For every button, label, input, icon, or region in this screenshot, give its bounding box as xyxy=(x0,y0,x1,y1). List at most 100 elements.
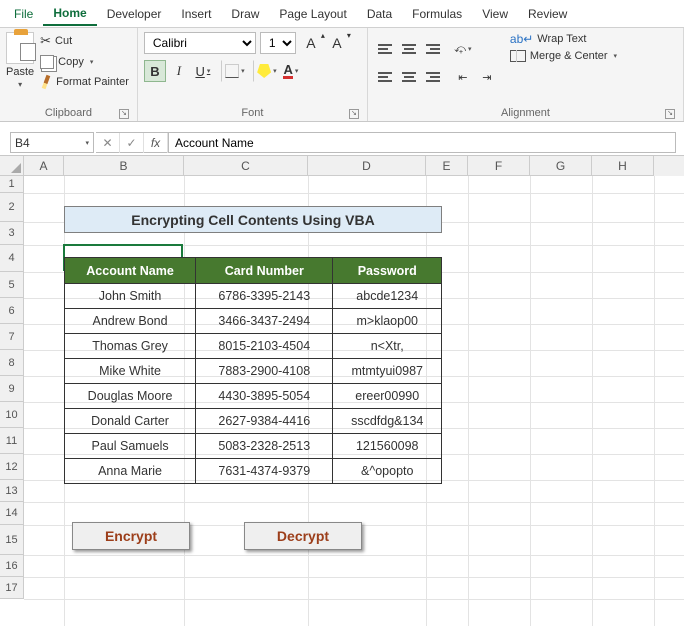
row-head-8[interactable]: 8 xyxy=(0,350,24,376)
increase-font-button[interactable]: A▴ xyxy=(300,32,322,54)
increase-indent-button[interactable]: ⇥ xyxy=(476,66,498,88)
cell[interactable]: Donald Carter xyxy=(65,409,196,434)
cell[interactable]: 121560098 xyxy=(333,434,442,459)
row-head-5[interactable]: 5 xyxy=(0,272,24,298)
cell[interactable]: Andrew Bond xyxy=(65,309,196,334)
underline-button[interactable]: U▾ xyxy=(192,60,214,82)
table-row[interactable]: Douglas Moore4430-3895-5054ereer00990 xyxy=(65,384,442,409)
select-all-corner[interactable] xyxy=(0,156,24,176)
align-left-button[interactable] xyxy=(374,66,396,88)
row-head-10[interactable]: 10 xyxy=(0,402,24,428)
col-head-B[interactable]: B xyxy=(64,156,184,176)
tab-formulas[interactable]: Formulas xyxy=(402,3,472,25)
cell[interactable]: ereer00990 xyxy=(333,384,442,409)
col-head-E[interactable]: E xyxy=(426,156,468,176)
decrease-indent-button[interactable]: ⇤ xyxy=(452,66,474,88)
fill-color-button[interactable]: ▾ xyxy=(256,60,278,82)
row-head-11[interactable]: 11 xyxy=(0,428,24,454)
col-head-H[interactable]: H xyxy=(592,156,654,176)
table-row[interactable]: Mike White7883-2900-4108mtmtyui0987 xyxy=(65,359,442,384)
col-head-D[interactable]: D xyxy=(308,156,426,176)
align-right-button[interactable] xyxy=(422,66,444,88)
row-head-16[interactable]: 16 xyxy=(0,555,24,577)
tab-review[interactable]: Review xyxy=(518,3,577,25)
align-top-button[interactable] xyxy=(374,38,396,60)
orientation-button[interactable]: ⤽▾ xyxy=(452,38,474,60)
format-painter-button[interactable]: Format Painter xyxy=(38,74,131,90)
table-row[interactable]: Donald Carter2627-9384-4416sscdfdg&134 xyxy=(65,409,442,434)
table-row[interactable]: Paul Samuels5083-2328-2513121560098 xyxy=(65,434,442,459)
cell[interactable]: 7883-2900-4108 xyxy=(196,359,333,384)
cell[interactable]: Thomas Grey xyxy=(65,334,196,359)
row-head-12[interactable]: 12 xyxy=(0,454,24,480)
row-head-13[interactable]: 13 xyxy=(0,480,24,502)
cell[interactable]: Paul Samuels xyxy=(65,434,196,459)
table-row[interactable]: John Smith6786-3395-2143abcde1234 xyxy=(65,284,442,309)
alignment-launcher[interactable]: ↘ xyxy=(665,109,675,119)
fx-button[interactable]: fx xyxy=(144,133,168,153)
cell[interactable]: abcde1234 xyxy=(333,284,442,309)
col-head-G[interactable]: G xyxy=(530,156,592,176)
merge-center-button[interactable]: Merge & Center▾ xyxy=(510,50,617,62)
tab-draw[interactable]: Draw xyxy=(221,3,269,25)
bold-button[interactable]: B xyxy=(144,60,166,82)
col-head-C[interactable]: C xyxy=(184,156,308,176)
cell[interactable]: Mike White xyxy=(65,359,196,384)
decrypt-button[interactable]: Decrypt xyxy=(244,522,362,550)
font-name-combo[interactable]: Calibri xyxy=(144,32,256,54)
tab-file[interactable]: File xyxy=(4,3,43,25)
paste-dropdown[interactable]: ▾ xyxy=(18,80,22,89)
cell[interactable]: 3466-3437-2494 xyxy=(196,309,333,334)
row-head-3[interactable]: 3 xyxy=(0,222,24,245)
paste-button[interactable]: Paste xyxy=(6,66,34,78)
tab-data[interactable]: Data xyxy=(357,3,402,25)
italic-button[interactable]: I xyxy=(168,60,190,82)
tab-developer[interactable]: Developer xyxy=(97,3,172,25)
tab-home[interactable]: Home xyxy=(43,2,96,26)
row-head-9[interactable]: 9 xyxy=(0,376,24,402)
cell[interactable]: mtmtyui0987 xyxy=(333,359,442,384)
align-middle-button[interactable] xyxy=(398,38,420,60)
tab-page-layout[interactable]: Page Layout xyxy=(269,3,356,25)
row-head-15[interactable]: 15 xyxy=(0,525,24,555)
cell[interactable]: Douglas Moore xyxy=(65,384,196,409)
encrypt-button[interactable]: Encrypt xyxy=(72,522,190,550)
cell[interactable]: 4430-3895-5054 xyxy=(196,384,333,409)
row-head-2[interactable]: 2 xyxy=(0,193,24,222)
cell[interactable]: John Smith xyxy=(65,284,196,309)
accept-formula-button[interactable]: ✓ xyxy=(120,133,144,153)
paste-icon[interactable] xyxy=(6,32,34,64)
col-head-A[interactable]: A xyxy=(24,156,64,176)
col-head-F[interactable]: F xyxy=(468,156,530,176)
cell[interactable]: m>klaop00 xyxy=(333,309,442,334)
cell[interactable]: 7631-4374-9379 xyxy=(196,459,333,484)
tab-insert[interactable]: Insert xyxy=(171,3,221,25)
table-row[interactable]: Thomas Grey8015-2103-4504n<Xtr, xyxy=(65,334,442,359)
align-bottom-button[interactable] xyxy=(422,38,444,60)
cell[interactable]: 2627-9384-4416 xyxy=(196,409,333,434)
row-head-6[interactable]: 6 xyxy=(0,298,24,324)
name-box[interactable]: B4▾ xyxy=(10,132,94,153)
cell[interactable]: Anna Marie xyxy=(65,459,196,484)
align-center-button[interactable] xyxy=(398,66,420,88)
cancel-formula-button[interactable]: ✕ xyxy=(96,133,120,153)
copy-button[interactable]: Copy▾ xyxy=(38,54,131,70)
formula-input[interactable] xyxy=(169,132,676,153)
table-row[interactable]: Anna Marie7631-4374-9379&^opopto xyxy=(65,459,442,484)
cell[interactable]: sscdfdg&134 xyxy=(333,409,442,434)
row-head-14[interactable]: 14 xyxy=(0,502,24,525)
cut-button[interactable]: ✂Cut xyxy=(38,32,131,50)
borders-button[interactable]: ▾ xyxy=(224,60,246,82)
cell[interactable]: 6786-3395-2143 xyxy=(196,284,333,309)
cell[interactable]: 5083-2328-2513 xyxy=(196,434,333,459)
row-head-1[interactable]: 1 xyxy=(0,176,24,193)
decrease-font-button[interactable]: A▾ xyxy=(326,32,348,54)
font-launcher[interactable]: ↘ xyxy=(349,109,359,119)
clipboard-launcher[interactable]: ↘ xyxy=(119,109,129,119)
table-row[interactable]: Andrew Bond3466-3437-2494m>klaop00 xyxy=(65,309,442,334)
row-head-17[interactable]: 17 xyxy=(0,577,24,599)
cell[interactable]: 8015-2103-4504 xyxy=(196,334,333,359)
cell[interactable]: n<Xtr, xyxy=(333,334,442,359)
row-head-4[interactable]: 4 xyxy=(0,245,24,272)
font-size-combo[interactable]: 12 xyxy=(260,32,296,54)
